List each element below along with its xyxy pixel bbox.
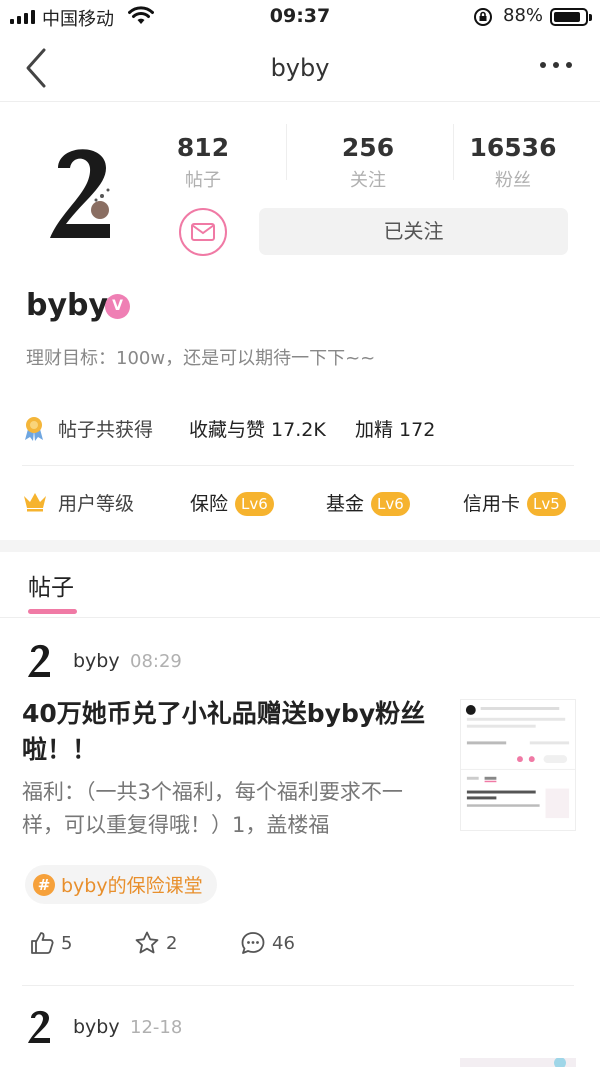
comment-action[interactable]: 46 [240, 930, 295, 956]
stat-following-value: 256 [341, 133, 395, 162]
divider [0, 617, 600, 618]
level-fund-badge: Lv6 [371, 492, 410, 516]
topic-label: byby的保险课堂 [61, 875, 203, 897]
rotation-lock-icon [474, 8, 492, 26]
awards-featured: 加精 172 [355, 419, 436, 441]
level-credit-card[interactable]: 信用卡 Lv5 [463, 489, 566, 516]
level-insurance-badge: Lv6 [235, 492, 274, 516]
levels-label: 用户等级 [58, 493, 135, 515]
post-avatar[interactable] [26, 1007, 54, 1047]
verified-mark: V [112, 298, 123, 314]
profile-screen: 中国移动 09:37 88% byby 812 帖子 256 关注 16536 … [0, 0, 600, 1067]
favorite-count: 2 [166, 932, 178, 954]
following-button[interactable]: 已关注 [259, 208, 568, 255]
divider [22, 985, 574, 986]
more-dots-icon[interactable] [540, 62, 572, 68]
level-insurance-name: 保险 [190, 493, 229, 515]
medal-icon [25, 417, 43, 441]
awards-label: 帖子共获得 [58, 419, 154, 441]
post-time: 08:29 [130, 651, 182, 672]
level-credit-card-name: 信用卡 [463, 493, 521, 515]
level-fund[interactable]: 基金 Lv6 [326, 489, 410, 516]
tab-underline [28, 609, 77, 614]
battery-percent: 88% [503, 5, 544, 26]
message-button[interactable] [179, 208, 227, 256]
page-title: byby [270, 54, 330, 82]
battery-icon [550, 8, 592, 26]
level-credit-card-badge: Lv5 [527, 492, 566, 516]
post-avatar[interactable] [26, 641, 54, 681]
stat-posts-value: 812 [176, 133, 230, 162]
stat-followers-label: 粉丝 [495, 170, 531, 191]
crown-icon [24, 493, 46, 512]
stat-followers-value: 16536 [469, 133, 557, 162]
topic-hash-icon: # [33, 873, 55, 896]
star-icon [135, 931, 159, 954]
stat-posts[interactable]: 812 帖子 [163, 133, 243, 192]
post-excerpt[interactable]: 福利：（一共3个福利，每个福利要求不一样，可以重复得哦！）1，盖楼福 [22, 776, 432, 842]
post-time: 12-18 [130, 1017, 183, 1038]
stat-followers[interactable]: 16536 粉丝 [463, 133, 563, 192]
stat-divider [286, 124, 287, 180]
post-author[interactable]: byby [73, 650, 120, 672]
nav-bar: byby [0, 34, 600, 102]
comment-icon [241, 932, 265, 954]
comment-count: 46 [272, 932, 295, 954]
thumbs-up-icon [31, 932, 54, 954]
verified-badge-icon: V [105, 294, 130, 319]
stat-following[interactable]: 256 关注 [327, 133, 409, 192]
status-bar: 中国移动 09:37 88% [0, 0, 600, 34]
stat-posts-label: 帖子 [185, 170, 221, 191]
bio-text: 理财目标：100w，还是可以期待一下下~~ [26, 348, 376, 369]
post-thumbnail[interactable] [460, 1058, 576, 1067]
section-gap [0, 540, 600, 552]
stat-divider [453, 124, 454, 180]
like-count: 5 [61, 932, 73, 954]
avatar[interactable] [44, 138, 120, 250]
tab-posts[interactable]: 帖子 [28, 568, 74, 602]
post-thumbnail[interactable] [460, 699, 576, 831]
level-insurance[interactable]: 保险 Lv6 [190, 489, 274, 516]
stat-following-label: 关注 [350, 170, 386, 191]
username: byby [26, 288, 109, 323]
like-action[interactable]: 5 [29, 930, 72, 956]
awards-row: 帖子共获得 收藏与赞 17.2K 加精 172 [22, 413, 582, 443]
mail-icon [191, 223, 215, 241]
level-fund-name: 基金 [326, 493, 365, 515]
post-author[interactable]: byby [73, 1016, 120, 1038]
awards-likes: 收藏与赞 17.2K [189, 419, 326, 441]
favorite-action[interactable]: 2 [134, 930, 177, 956]
topic-chip[interactable]: # byby的保险课堂 [25, 865, 217, 904]
post-title[interactable]: 40万她币兑了小礼品赠送byby粉丝啦！！ [22, 696, 432, 768]
levels-row: 用户等级 保险 Lv6 基金 Lv6 信用卡 Lv5 [22, 486, 582, 518]
divider [22, 465, 574, 466]
